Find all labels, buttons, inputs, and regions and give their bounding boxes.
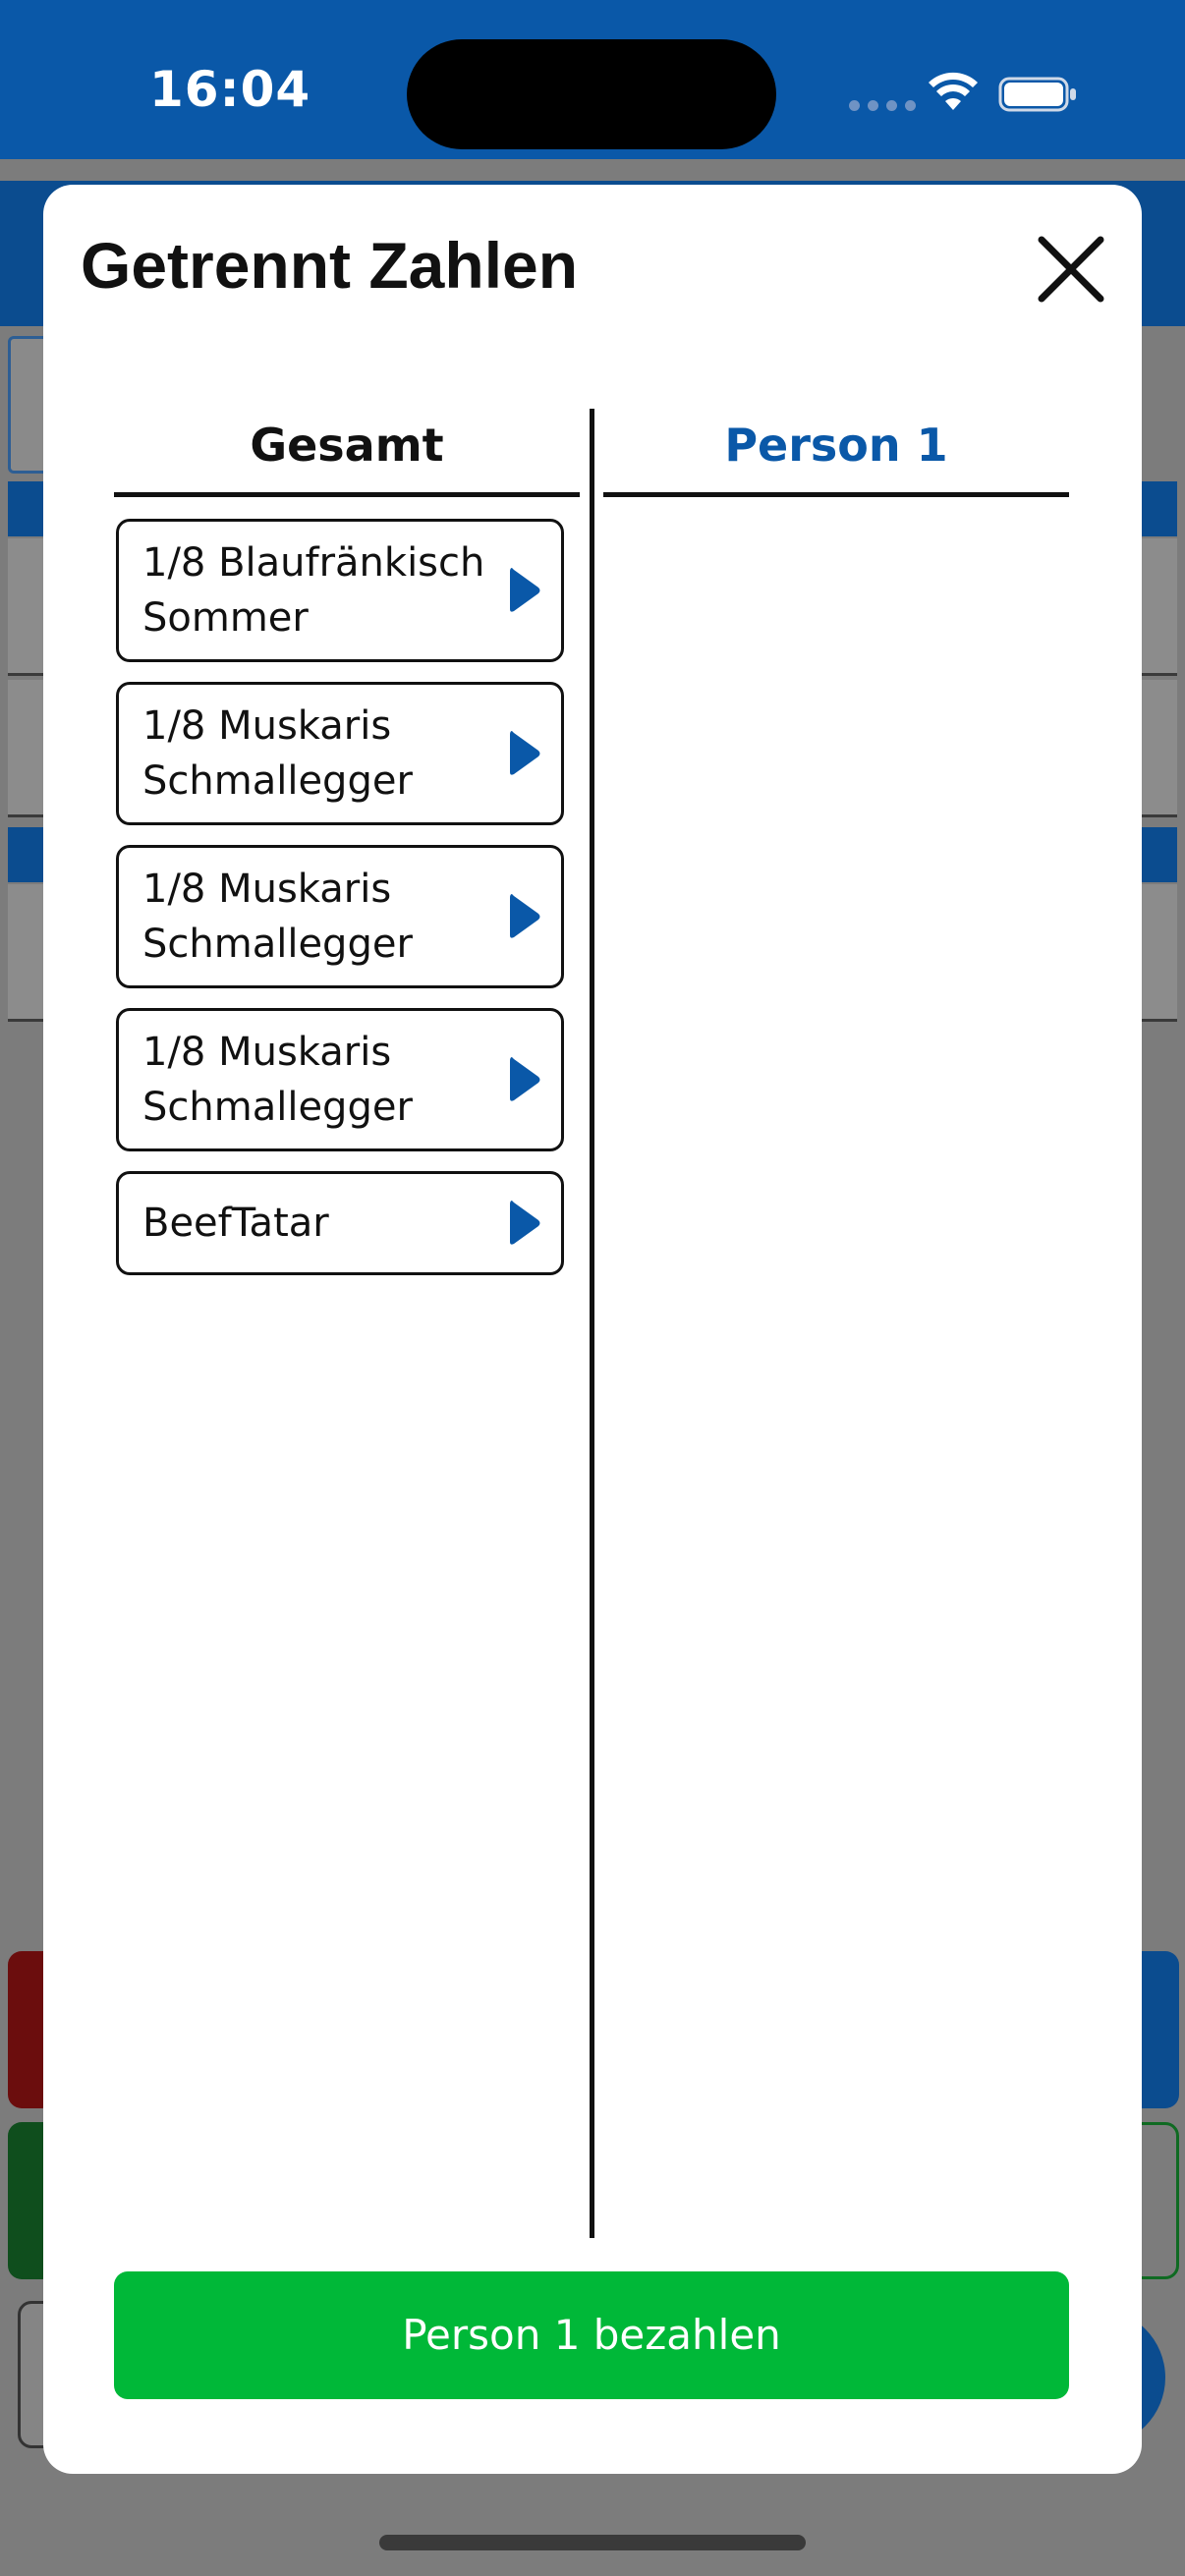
pay-person-button[interactable]: Person 1 bezahlen <box>114 2271 1069 2399</box>
column-header-person-1[interactable]: Person 1 <box>603 409 1069 497</box>
item-label: 1/8 Blaufränkisch Sommer <box>142 540 485 641</box>
status-time: 16:04 <box>149 61 311 118</box>
item-label: 1/8 Muskaris Schmallegger <box>142 703 413 804</box>
item-label: BeefTatar <box>142 1201 329 1246</box>
total-items-list: 1/8 Blaufränkisch Sommer 1/8 Muskaris Sc… <box>116 519 564 1295</box>
screen: 16:04 Getrennt Zahlen Gesamt Person 1 1/… <box>0 0 1185 2576</box>
list-item[interactable]: 1/8 Muskaris Schmallegger <box>116 1008 564 1151</box>
modal-title: Getrennt Zahlen <box>81 229 579 302</box>
wifi-icon <box>929 72 978 110</box>
chevron-right-icon[interactable] <box>508 1055 541 1104</box>
list-item[interactable]: 1/8 Muskaris Schmallegger <box>116 682 564 825</box>
column-divider <box>590 409 594 2238</box>
chevron-right-icon[interactable] <box>508 566 541 615</box>
home-indicator[interactable] <box>379 2535 806 2550</box>
list-item[interactable]: 1/8 Blaufränkisch Sommer <box>116 519 564 662</box>
status-bar: 16:04 <box>0 0 1185 159</box>
chevron-right-icon[interactable] <box>508 1199 541 1248</box>
battery-icon <box>998 77 1076 112</box>
chevron-right-icon[interactable] <box>508 892 541 941</box>
dynamic-island <box>407 39 776 149</box>
list-item[interactable]: 1/8 Muskaris Schmallegger <box>116 845 564 988</box>
chevron-right-icon[interactable] <box>508 729 541 778</box>
close-icon[interactable] <box>1032 230 1110 308</box>
split-bill-modal: Getrennt Zahlen Gesamt Person 1 1/8 Blau… <box>43 185 1142 2474</box>
item-label: 1/8 Muskaris Schmallegger <box>142 1030 413 1130</box>
item-label: 1/8 Muskaris Schmallegger <box>142 867 413 967</box>
list-item[interactable]: BeefTatar <box>116 1171 564 1275</box>
signal-dots-icon <box>849 100 916 111</box>
column-header-gesamt: Gesamt <box>114 409 580 497</box>
